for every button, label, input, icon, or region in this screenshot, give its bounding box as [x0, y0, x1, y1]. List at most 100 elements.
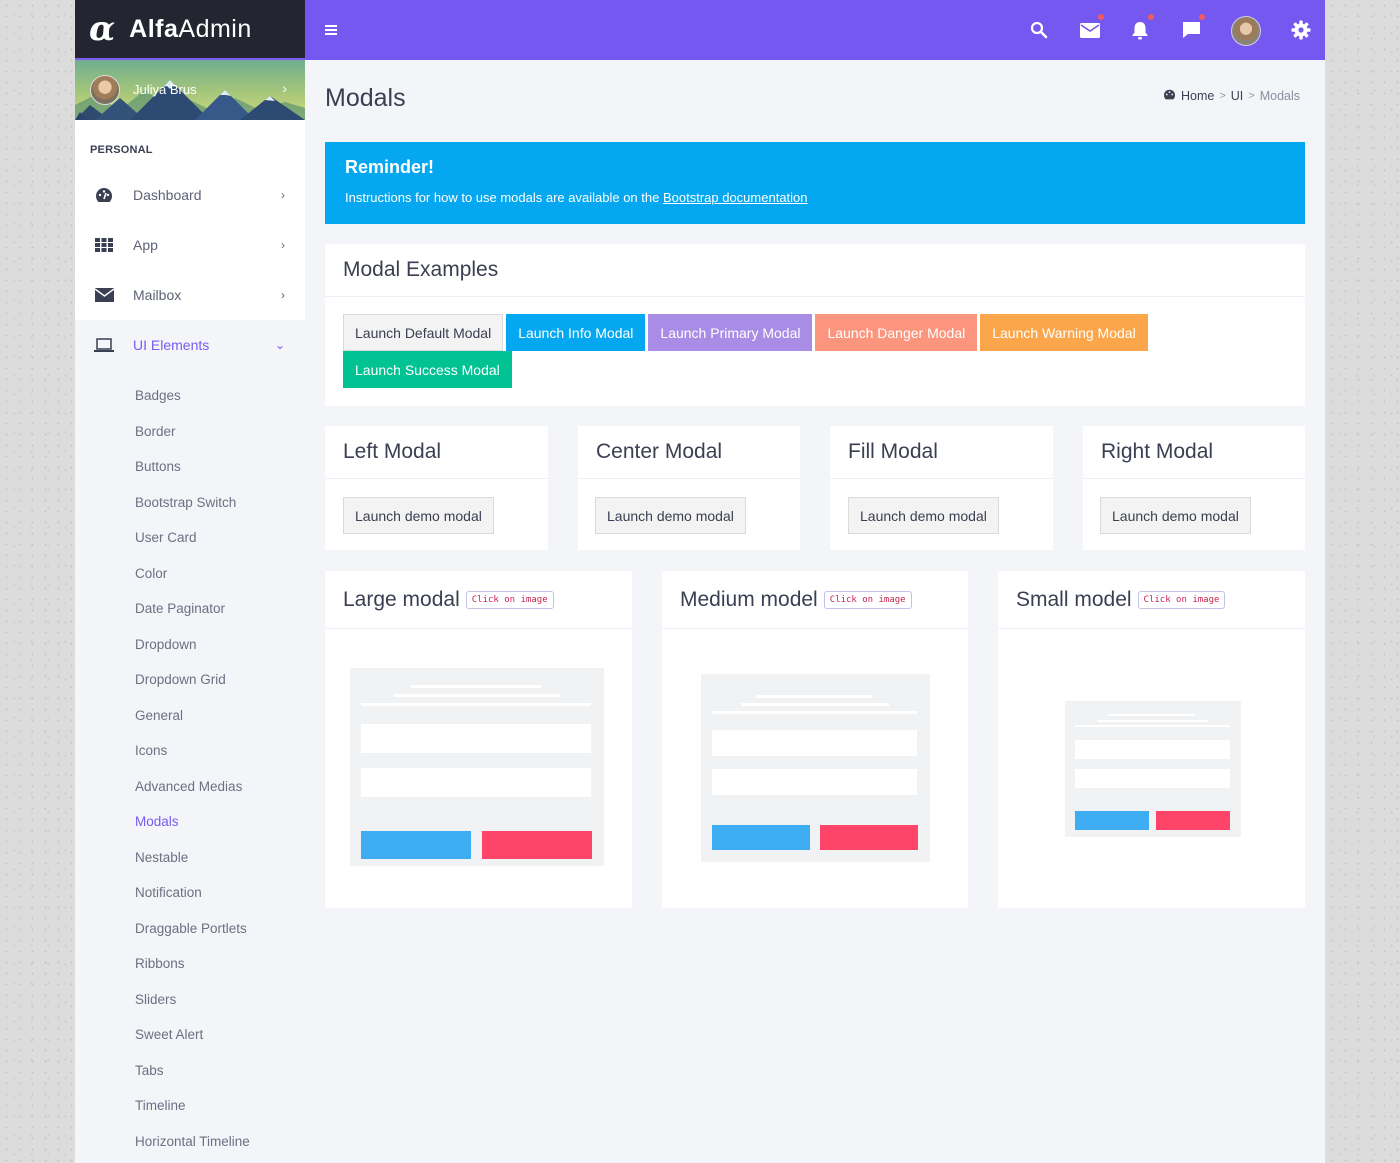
chevron-right-icon: › [281, 188, 285, 202]
fill-modal-box: Fill Modal Launch demo modal [830, 426, 1053, 550]
notification-dot [1199, 14, 1205, 20]
chat-icon[interactable] [1179, 14, 1205, 42]
center-modal-box: Center Modal Launch demo modal [578, 426, 800, 550]
breadcrumb: Home > UI > Modals [1163, 89, 1300, 103]
sidebar-item-dashboard[interactable]: Dashboard › [75, 170, 305, 220]
logo[interactable]: α Alfa Admin [75, 0, 305, 60]
breadcrumb-home[interactable]: Home [1181, 89, 1214, 103]
envelope-icon [93, 285, 115, 305]
brand-name-bold: Alfa [129, 14, 179, 43]
large-modal-preview-image[interactable] [350, 668, 604, 866]
sidebar-item-label: Mailbox [133, 287, 182, 303]
breadcrumb-separator: > [1248, 90, 1255, 102]
page-title: Modals [325, 84, 406, 112]
click-on-image-badge: Click on image [1137, 590, 1226, 609]
modal-examples-box: Modal Examples Launch Default Modal Laun… [325, 244, 1305, 406]
alert-text-body: Instructions for how to use modals are a… [345, 190, 663, 205]
alert-text: Instructions for how to use modals are a… [345, 190, 1285, 205]
submenu-item-user-card[interactable]: User Card [75, 520, 305, 556]
box-title: Large modal [343, 587, 460, 611]
submenu-item-icons[interactable]: Icons [75, 733, 305, 769]
chevron-down-icon: ⌄ [274, 338, 285, 352]
launch-danger-modal-button[interactable]: Launch Danger Modal [815, 314, 978, 351]
submenu-item-modals[interactable]: Modals [75, 804, 305, 840]
launch-success-modal-button[interactable]: Launch Success Modal [343, 351, 512, 388]
box-header: Medium model Click on image [662, 571, 968, 629]
submenu-item-horizontal-timeline[interactable]: Horizontal Timeline [75, 1124, 305, 1160]
medium-modal-box: Medium model Click on image [662, 571, 968, 908]
chevron-right-icon: › [281, 288, 285, 302]
submenu-item-sliders[interactable]: Sliders [75, 982, 305, 1018]
user-avatar[interactable] [90, 75, 120, 105]
submenu-item-nestable[interactable]: Nestable [75, 840, 305, 876]
app-window: α Alfa Admin Juliya Brus › PERSONAL Dash… [75, 0, 1325, 1163]
sidebar-item-label: UI Elements [133, 337, 210, 353]
chevron-right-icon[interactable]: › [282, 80, 287, 96]
submenu-item-date-paginator[interactable]: Date Paginator [75, 591, 305, 627]
submenu-item-color[interactable]: Color [75, 556, 305, 592]
launch-info-modal-button[interactable]: Launch Info Modal [506, 314, 646, 351]
click-on-image-badge: Click on image [465, 590, 554, 609]
sidebar-item-mailbox[interactable]: Mailbox › [75, 270, 305, 320]
laptop-icon [93, 335, 115, 355]
chevron-right-icon: › [281, 238, 285, 252]
bell-icon[interactable] [1128, 14, 1154, 42]
submenu-item-draggable-portlets[interactable]: Draggable Portlets [75, 911, 305, 947]
dashboard-icon [1163, 89, 1176, 103]
launch-left-modal-button[interactable]: Launch demo modal [343, 497, 494, 534]
small-modal-preview-image[interactable] [1065, 701, 1241, 837]
box-header: Large modal Click on image [325, 571, 632, 629]
dashboard-icon [93, 185, 115, 205]
launch-default-modal-button[interactable]: Launch Default Modal [343, 314, 504, 351]
launch-primary-modal-button[interactable]: Launch Primary Modal [648, 314, 813, 351]
launch-center-modal-button[interactable]: Launch demo modal [595, 497, 746, 534]
launch-warning-modal-button[interactable]: Launch Warning Modal [980, 314, 1148, 351]
sidebar-item-label: App [133, 237, 158, 253]
sidebar: α Alfa Admin Juliya Brus › PERSONAL Dash… [75, 0, 305, 1163]
reminder-alert: Reminder! Instructions for how to use mo… [325, 142, 1305, 224]
bootstrap-docs-link[interactable]: Bootstrap documentation [663, 190, 808, 205]
breadcrumb-current: Modals [1259, 89, 1300, 103]
left-modal-box: Left Modal Launch demo modal [325, 426, 548, 550]
sidebar-item-app[interactable]: App › [75, 220, 305, 270]
notification-dot [1098, 14, 1104, 20]
small-modal-box: Small model Click on image [998, 571, 1305, 908]
box-title: Medium model [680, 587, 818, 611]
large-modal-box: Large modal Click on image [325, 571, 632, 908]
menu-icon[interactable] [325, 25, 337, 35]
box-title: Left Modal [343, 440, 442, 463]
medium-modal-preview-image[interactable] [701, 674, 930, 862]
logo-alpha-icon: α [89, 9, 116, 49]
box-header: Fill Modal [830, 426, 1053, 479]
sidebar-item-ui-elements[interactable]: UI Elements ⌄ [75, 320, 305, 370]
submenu-item-border[interactable]: Border [75, 414, 305, 450]
submenu-item-tabs[interactable]: Tabs [75, 1053, 305, 1089]
search-icon[interactable] [1027, 18, 1051, 42]
sidebar-item-label: Dashboard [133, 187, 202, 203]
mail-icon[interactable] [1078, 14, 1104, 42]
submenu-item-ribbons[interactable]: Ribbons [75, 946, 305, 982]
submenu-item-sweet-alert[interactable]: Sweet Alert [75, 1017, 305, 1053]
modal-example-buttons: Launch Default Modal Launch Info Modal L… [343, 314, 1243, 388]
submenu-item-timeline[interactable]: Timeline [75, 1088, 305, 1124]
alert-title: Reminder! [345, 157, 435, 177]
launch-fill-modal-button[interactable]: Launch demo modal [848, 497, 999, 534]
submenu-item-dropdown[interactable]: Dropdown [75, 627, 305, 663]
user-name[interactable]: Juliya Brus [133, 82, 197, 97]
submenu-item-dropdown-grid[interactable]: Dropdown Grid [75, 662, 305, 698]
box-header: Right Modal [1083, 426, 1305, 479]
gear-icon[interactable] [1289, 18, 1313, 42]
breadcrumb-separator: > [1219, 90, 1226, 102]
submenu-item-buttons[interactable]: Buttons [75, 449, 305, 485]
submenu-item-bootstrap-switch[interactable]: Bootstrap Switch [75, 485, 305, 521]
submenu-item-badges[interactable]: Badges [75, 378, 305, 414]
submenu-item-notification[interactable]: Notification [75, 875, 305, 911]
launch-right-modal-button[interactable]: Launch demo modal [1100, 497, 1251, 534]
user-avatar[interactable] [1231, 16, 1261, 46]
box-title: Modal Examples [343, 258, 499, 281]
breadcrumb-ui[interactable]: UI [1231, 89, 1244, 103]
box-title: Center Modal [596, 440, 723, 463]
submenu-item-advanced-medias[interactable]: Advanced Medias [75, 769, 305, 805]
submenu-item-general[interactable]: General [75, 698, 305, 734]
user-panel[interactable]: Juliya Brus › [75, 60, 305, 120]
